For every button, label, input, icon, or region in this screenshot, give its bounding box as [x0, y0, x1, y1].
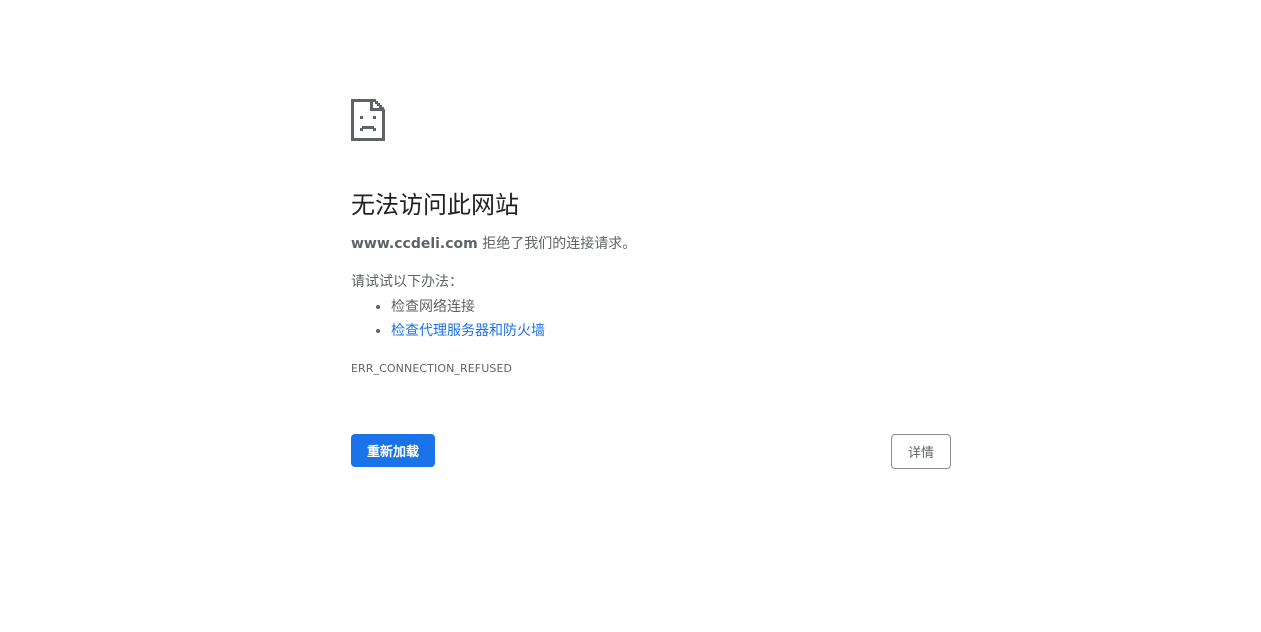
page-title: 无法访问此网站	[351, 191, 519, 219]
suggestion-check-proxy: 检查代理服务器和防火墙	[391, 319, 951, 343]
suggestion-label: 检查网络连接	[391, 299, 475, 315]
error-host: www.ccdeli.com	[351, 236, 478, 252]
details-button[interactable]: 详情	[891, 434, 951, 469]
suggestion-link-proxy-firewall[interactable]: 检查代理服务器和防火墙	[391, 323, 545, 339]
error-page: 无法访问此网站 www.ccdeli.com 拒绝了我们的连接请求。 请试试以下…	[0, 0, 1261, 632]
main-content: 无法访问此网站 www.ccdeli.com 拒绝了我们的连接请求。 请试试以下…	[351, 99, 951, 377]
error-summary-text: 拒绝了我们的连接请求。	[477, 236, 637, 252]
sad-page-icon	[351, 99, 385, 141]
suggestions-heading: 请试试以下办法：	[351, 274, 463, 290]
reload-button[interactable]: 重新加载	[351, 434, 435, 467]
suggestions-list: 检查网络连接 检查代理服务器和防火墙	[351, 295, 951, 343]
suggestion-check-network: 检查网络连接	[391, 295, 951, 319]
error-summary: www.ccdeli.com 拒绝了我们的连接请求。	[351, 233, 951, 255]
error-code: ERR_CONNECTION_REFUSED	[351, 362, 513, 375]
